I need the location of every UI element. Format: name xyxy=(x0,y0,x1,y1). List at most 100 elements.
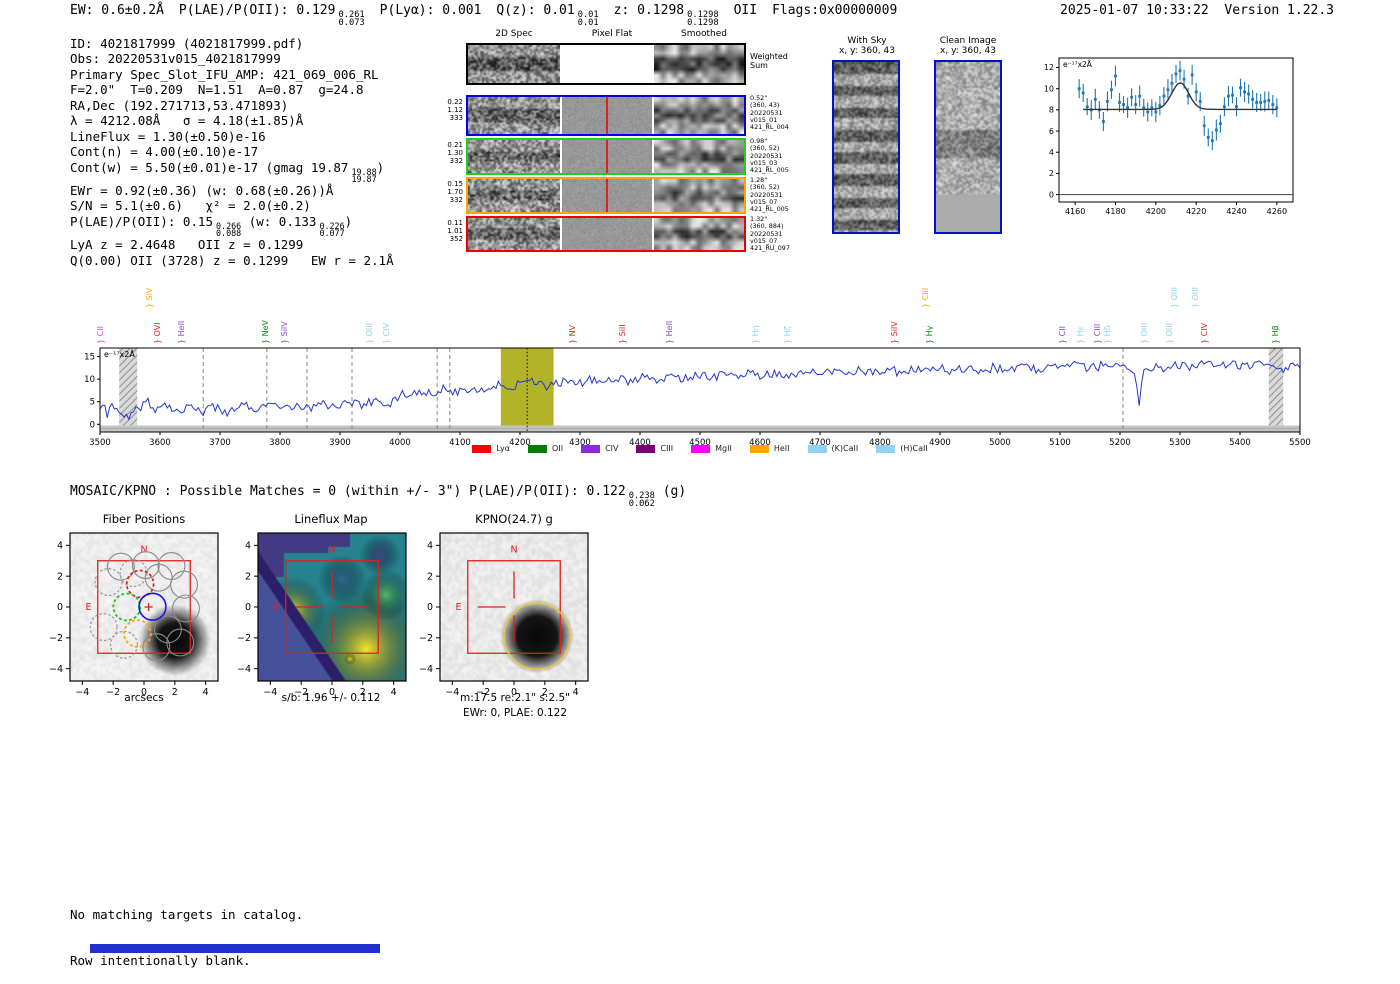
col-title-pixelflat: Pixel Flat xyxy=(591,29,633,39)
cutout-row xyxy=(466,177,746,214)
weighted-sum-row xyxy=(466,43,746,85)
svg-text:N: N xyxy=(328,544,335,555)
header-timestamp: 2025-01-07 10:33:22 Version 1.22.3 xyxy=(1060,3,1334,18)
lineflux-map-overlay: −4−4−2−2002244 NE xyxy=(237,532,407,698)
legend-swatch xyxy=(528,444,548,453)
emission-line-label: } CIV xyxy=(1200,322,1209,344)
fiducial-line xyxy=(606,97,608,134)
cutout-row xyxy=(466,138,746,175)
svg-text:4180: 4180 xyxy=(1105,207,1125,216)
svg-text:2: 2 xyxy=(57,571,63,582)
svg-text:−2: −2 xyxy=(49,633,63,644)
svg-text:15: 15 xyxy=(84,353,95,363)
catalog-note-line2: Row intentionally blank. xyxy=(70,953,251,969)
weighted-smoothed xyxy=(654,45,744,83)
svg-text:0: 0 xyxy=(57,602,63,613)
cutout-row-right-labels: 1.28" (360, 52) 20220531 v015_07 421_RL_005 xyxy=(750,176,789,214)
emission-line-label: } Hγ xyxy=(925,325,934,344)
cutout-row-left-labels: 0.11 1.01 352 xyxy=(447,219,463,243)
clean-image-frame xyxy=(934,60,1002,234)
legend-item: (K)CaII xyxy=(807,444,858,453)
lineflux-bottom-label: s/b: 1.96 +/- 0.112 xyxy=(281,692,381,704)
cutout-row-left-labels: 0.22 1.12 333 xyxy=(447,98,463,122)
svg-text:4260: 4260 xyxy=(1267,207,1287,216)
emission-line-label: } OIII xyxy=(1140,323,1149,344)
legend-item: MgII xyxy=(691,444,732,453)
svg-text:N: N xyxy=(140,544,147,555)
fiber-circle xyxy=(112,592,142,622)
emission-line-label: } CII xyxy=(96,326,105,344)
emission-line-label: } OIII xyxy=(1170,287,1179,308)
col-title-smoothed: Smoothed xyxy=(681,29,727,39)
spectrum-legend: Lyα OII CIV CIII MgII HeII (K)CaII (H)CaII xyxy=(100,444,1300,453)
clean-title: Clean Image x, y: 360, 43 xyxy=(924,36,1012,56)
emission-line-label: } NV xyxy=(568,324,577,344)
lineflux-panel-title: Lineflux Map xyxy=(294,512,368,526)
svg-text:0: 0 xyxy=(245,602,251,613)
svg-text:e⁻¹⁷x2Å: e⁻¹⁷x2Å xyxy=(1063,60,1093,69)
kpno-cutout-overlay: −4−4−2−2002244 NE xyxy=(419,532,589,698)
svg-text:−2: −2 xyxy=(419,633,433,644)
cutout-row-right-labels: 1.32" (360, 884) 20220531 v015_07 421_RU_097 xyxy=(750,215,790,253)
svg-text:2: 2 xyxy=(245,571,251,582)
svg-text:10: 10 xyxy=(1044,84,1054,93)
legend-item: HeII xyxy=(749,444,790,453)
svg-text:N: N xyxy=(510,544,517,555)
svg-text:0: 0 xyxy=(1049,190,1054,199)
svg-text:−4: −4 xyxy=(419,664,433,675)
svg-text:8: 8 xyxy=(1049,106,1054,115)
row-separator-bar xyxy=(90,944,380,953)
emission-line-label: } Hε xyxy=(1076,326,1085,344)
legend-item: CIV xyxy=(581,444,618,453)
emission-line-label: } SiII xyxy=(618,324,627,344)
legend-item: Lyα xyxy=(472,444,510,453)
fiducial-line xyxy=(606,140,608,173)
withsky-image-frame xyxy=(832,60,900,234)
svg-text:12: 12 xyxy=(1044,63,1054,72)
report-version: Version 1.22.3 xyxy=(1224,3,1334,18)
col-title-2dspec: 2D Spec xyxy=(495,29,533,39)
cutout-row xyxy=(466,216,746,252)
row-2dspec xyxy=(468,140,560,173)
weighted-sum-label: Weighted Sum xyxy=(750,52,788,70)
legend-swatch xyxy=(876,444,896,453)
emission-line-label: } OIII xyxy=(1165,323,1174,344)
svg-text:−4: −4 xyxy=(237,664,251,675)
legend-label: HeII xyxy=(773,444,790,453)
emission-line-label: } OIII xyxy=(365,323,374,344)
svg-text:4: 4 xyxy=(245,541,251,552)
legend-item: (H)CaII xyxy=(876,444,928,453)
fiber-circle xyxy=(171,594,200,623)
withsky-title: With Sky x, y: 360, 43 xyxy=(826,36,908,56)
emission-line-label: } Hβ xyxy=(1271,325,1280,344)
legend-swatch xyxy=(749,444,769,453)
svg-text:4: 4 xyxy=(57,541,63,552)
fiber-xlabel: arcsecs xyxy=(124,692,164,704)
emission-line-label: } Hδ xyxy=(1103,325,1112,344)
legend-label: MgII xyxy=(715,444,732,453)
cutout-row-right-labels: 0.52" (360, 43) 20220531 v015_01 421_RL_004 xyxy=(750,94,789,132)
svg-text:0: 0 xyxy=(427,602,433,613)
row-smoothed xyxy=(654,179,744,212)
emission-line-label: } SiV xyxy=(145,287,154,308)
fiber-circle xyxy=(170,570,199,599)
legend-label: CIV xyxy=(605,444,619,453)
emission-line-label: } NeV xyxy=(261,319,270,344)
svg-text:2: 2 xyxy=(1049,169,1054,178)
emission-line-fit-chart: 0 2 4 6 8 10 12 4160 4180 4200 4220 4240 4260 e⁻¹⁷x2Å xyxy=(1044,57,1294,216)
row-2dspec xyxy=(468,97,560,134)
row-smoothed xyxy=(654,97,744,134)
weighted-pixelflat xyxy=(562,45,652,83)
svg-text:4: 4 xyxy=(1049,148,1054,157)
legend-swatch xyxy=(691,444,711,453)
fiducial-line xyxy=(606,179,608,212)
svg-text:4220: 4220 xyxy=(1186,207,1206,216)
withsky-title-text: With Sky xyxy=(847,36,887,46)
catalog-note-line1: No matching targets in catalog. xyxy=(70,906,304,922)
withsky-subtitle: x, y: 360, 43 xyxy=(839,46,895,56)
svg-text:4160: 4160 xyxy=(1065,207,1085,216)
legend-swatch xyxy=(807,444,827,453)
report-timestamp: 2025-01-07 10:33:22 xyxy=(1060,3,1209,18)
emission-line-label: } Hη xyxy=(751,325,760,344)
emission-line-label: } HeII xyxy=(665,321,674,344)
